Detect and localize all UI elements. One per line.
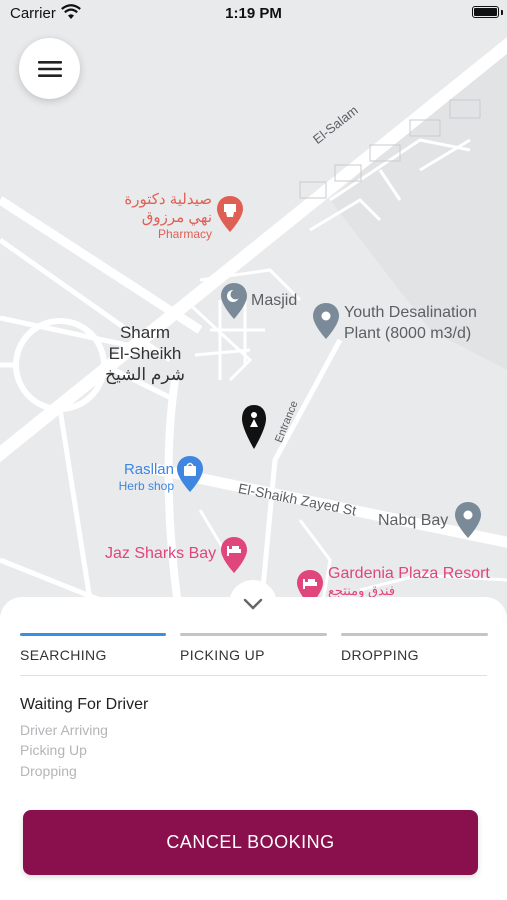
status-bar: Carrier 1:19 PM xyxy=(0,0,507,30)
trip-status-sheet: SEARCHING PICKING UP DROPPING Waiting Fo… xyxy=(0,597,507,900)
status-step-driver-arriving: Driver Arriving xyxy=(20,722,108,738)
trip-status-title: Waiting For Driver xyxy=(20,696,149,713)
battery-icon xyxy=(472,6,499,18)
city-name-line2: El-Sheikh xyxy=(108,344,182,363)
jaz-label: Jaz Sharks Bay xyxy=(105,545,217,562)
driver-pin-icon[interactable] xyxy=(242,405,266,449)
hamburger-icon xyxy=(37,60,62,77)
pharmacy-arabic-line1: صيدلية دكتورة xyxy=(124,191,212,208)
step-label-picking-up: PICKING UP xyxy=(180,647,265,663)
collapse-sheet-button[interactable] xyxy=(229,580,277,628)
desalination-line1: Youth Desalination xyxy=(344,304,477,321)
step-bar-searching xyxy=(20,633,166,636)
battery-tip xyxy=(501,10,503,15)
city-name-arabic: شرم الشيخ xyxy=(104,365,186,384)
chevron-down-icon xyxy=(243,598,263,610)
status-step-picking-up: Picking Up xyxy=(20,742,87,758)
city-label: Sharm El-Sheikh شرم الشيخ xyxy=(100,322,190,385)
hotel-pin-icon[interactable] xyxy=(221,537,247,575)
pharmacy-arabic-line2: نهي مرزوق xyxy=(141,209,212,226)
nabq-pin-icon[interactable] xyxy=(455,502,481,538)
status-step-dropping: Dropping xyxy=(20,763,77,779)
rasllan-label: Rasllan Herb shop xyxy=(110,461,174,494)
masjid-pin-icon[interactable] xyxy=(221,283,247,319)
desalination-pin-icon[interactable] xyxy=(313,303,339,339)
step-bar-dropping xyxy=(341,633,488,636)
divider xyxy=(20,675,487,676)
desalination-label: Youth Desalination Plant (8000 m3/d) xyxy=(344,302,477,344)
step-label-searching: SEARCHING xyxy=(20,647,107,663)
map-view[interactable]: El-Salam Entrance El-Shaikh Zayed St Sha… xyxy=(0,0,507,620)
city-name-line1: Sharm xyxy=(119,323,171,342)
gardenia-label: Gardenia Plaza Resort فندق ومنتجع xyxy=(328,564,490,599)
step-bar-picking-up xyxy=(180,633,327,636)
place-pharmacy[interactable]: صيدلية دكتورة نهي مرزوق Pharmacy xyxy=(110,191,212,241)
gardenia-name: Gardenia Plaza Resort xyxy=(328,565,490,582)
cancel-booking-button[interactable]: CANCEL BOOKING xyxy=(23,810,478,875)
step-label-dropping: DROPPING xyxy=(341,647,419,663)
rasllan-name: Rasllan xyxy=(123,461,174,478)
pharmacy-pin-icon[interactable] xyxy=(217,196,243,236)
menu-button[interactable] xyxy=(19,38,80,99)
masjid-label: Masjid xyxy=(251,292,298,309)
shop-pin-icon[interactable] xyxy=(177,456,203,494)
status-time: 1:19 PM xyxy=(225,5,282,22)
nabq-bay-label: Nabq Bay xyxy=(378,512,449,529)
pharmacy-category: Pharmacy xyxy=(157,227,212,241)
rasllan-category: Herb shop xyxy=(118,479,174,493)
desalination-line2: Plant (8000 m3/d) xyxy=(344,325,472,342)
